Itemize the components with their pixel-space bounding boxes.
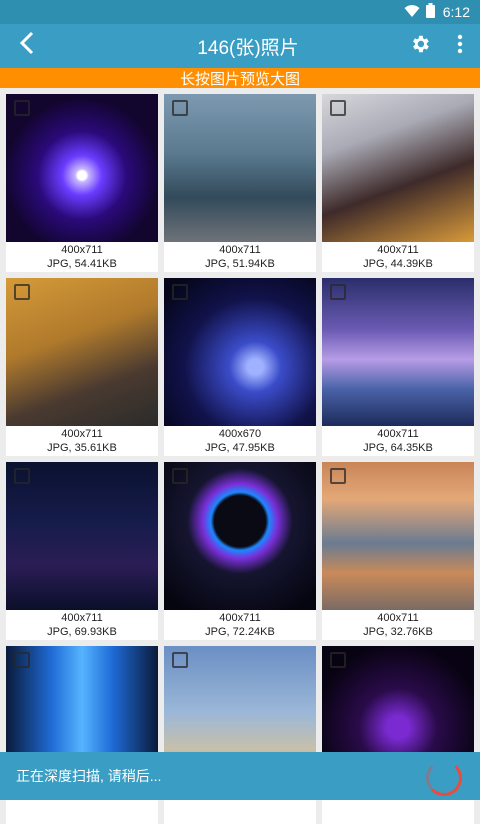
select-checkbox[interactable] bbox=[14, 652, 30, 668]
back-button[interactable] bbox=[0, 24, 56, 68]
photo-thumbnail[interactable] bbox=[6, 94, 158, 242]
photo-card[interactable]: 400x711 JPG, 69.93KB bbox=[6, 462, 158, 640]
photo-format-size: JPG, 44.39KB bbox=[363, 258, 433, 270]
select-checkbox[interactable] bbox=[330, 468, 346, 484]
photo-format-size: JPG, 32.76KB bbox=[363, 626, 433, 638]
more-vert-icon bbox=[457, 34, 463, 59]
more-menu-button[interactable] bbox=[440, 24, 480, 68]
photo-thumbnail[interactable] bbox=[164, 462, 316, 610]
photo-format-size: JPG, 47.95KB bbox=[205, 442, 275, 454]
photo-dimensions: 400x711 bbox=[219, 612, 261, 624]
preview-hint-banner: 长按图片预览大图 bbox=[0, 68, 480, 88]
photo-format-size: JPG, 72.24KB bbox=[205, 626, 275, 638]
app-bar: 146(张)照片 bbox=[0, 24, 480, 68]
photo-dimensions: 400x711 bbox=[61, 428, 103, 440]
photo-thumbnail[interactable] bbox=[322, 278, 474, 426]
photo-grid: 400x711 JPG, 54.41KB 400x711 JPG, 51.94K… bbox=[6, 94, 474, 824]
photo-format-size: JPG, 64.35KB bbox=[363, 442, 433, 454]
photo-card[interactable]: 400x711 JPG, 64.35KB bbox=[322, 278, 474, 456]
photo-format-size: JPG, 69.93KB bbox=[47, 626, 117, 638]
select-checkbox[interactable] bbox=[172, 100, 188, 116]
photo-dimensions: 400x711 bbox=[219, 244, 261, 256]
photo-card[interactable]: 400x711 JPG, 35.61KB bbox=[6, 278, 158, 456]
select-checkbox[interactable] bbox=[330, 652, 346, 668]
photo-format-size: JPG, 35.61KB bbox=[47, 442, 117, 454]
settings-button[interactable] bbox=[400, 24, 440, 68]
battery-icon bbox=[425, 3, 435, 21]
photo-card[interactable]: 400x711 JPG, 54.41KB bbox=[6, 94, 158, 272]
select-checkbox[interactable] bbox=[14, 468, 30, 484]
select-checkbox[interactable] bbox=[330, 284, 346, 300]
status-bar: 6:12 bbox=[0, 0, 480, 24]
photo-thumbnail[interactable] bbox=[322, 94, 474, 242]
photo-thumbnail[interactable] bbox=[164, 94, 316, 242]
select-checkbox[interactable] bbox=[14, 284, 30, 300]
photo-dimensions: 400x711 bbox=[61, 244, 103, 256]
photo-card[interactable]: 400x711 JPG, 32.76KB bbox=[322, 462, 474, 640]
photo-format-size: JPG, 51.94KB bbox=[205, 258, 275, 270]
photo-card[interactable]: 400x711 JPG, 72.24KB bbox=[164, 462, 316, 640]
photo-dimensions: 400x711 bbox=[377, 244, 419, 256]
select-checkbox[interactable] bbox=[172, 468, 188, 484]
wifi-icon bbox=[404, 4, 420, 21]
scan-status-text: 正在深度扫描, 请稍后... bbox=[16, 768, 162, 784]
photo-thumbnail[interactable] bbox=[6, 278, 158, 426]
select-checkbox[interactable] bbox=[14, 100, 30, 116]
scan-status-bar: 正在深度扫描, 请稍后... bbox=[0, 752, 480, 800]
select-checkbox[interactable] bbox=[172, 652, 188, 668]
gear-icon bbox=[409, 33, 431, 60]
photo-card[interactable]: 400x711 JPG, 51.94KB bbox=[164, 94, 316, 272]
photo-dimensions: 400x711 bbox=[61, 612, 103, 624]
photo-thumbnail[interactable] bbox=[164, 278, 316, 426]
back-arrow-icon bbox=[18, 29, 38, 63]
photo-dimensions: 400x711 bbox=[377, 428, 419, 440]
photo-card[interactable]: 400x711 JPG, 44.39KB bbox=[322, 94, 474, 272]
photo-card[interactable]: 400x670 JPG, 47.95KB bbox=[164, 278, 316, 456]
photo-format-size: JPG, 54.41KB bbox=[47, 258, 117, 270]
photo-dimensions: 400x711 bbox=[377, 612, 419, 624]
page-title: 146(张)照片 bbox=[197, 37, 299, 59]
loading-spinner-icon bbox=[426, 760, 462, 796]
photo-thumbnail[interactable] bbox=[6, 462, 158, 610]
select-checkbox[interactable] bbox=[330, 100, 346, 116]
photo-dimensions: 400x670 bbox=[218, 428, 262, 440]
photo-thumbnail[interactable] bbox=[322, 462, 474, 610]
select-checkbox[interactable] bbox=[172, 284, 188, 300]
status-time: 6:12 bbox=[442, 4, 470, 20]
